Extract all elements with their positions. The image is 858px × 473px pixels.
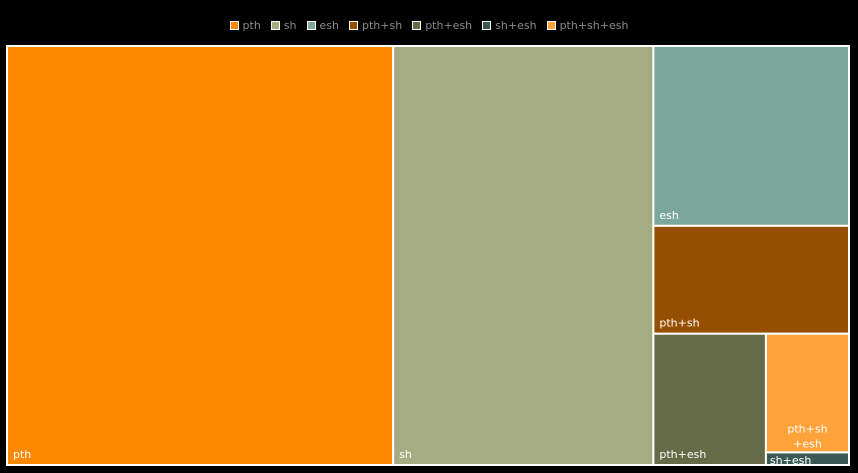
- treemap-tile[interactable]: [6, 45, 395, 466]
- tile-label: pth+esh: [659, 448, 706, 461]
- treemap-tile[interactable]: [652, 332, 767, 466]
- treemap-tile[interactable]: [652, 45, 851, 227]
- tile-label: pth: [13, 448, 31, 461]
- tile-label: sh: [399, 448, 412, 461]
- tile-label: esh: [659, 209, 678, 222]
- tile-label: sh+esh: [770, 454, 811, 467]
- treemap-chart: pth sheshpth+shpth+esh sh+eshpth+sh +esh: [6, 45, 851, 467]
- treemap-tile[interactable]: [392, 45, 655, 466]
- tile-label: pth+sh: [659, 317, 699, 330]
